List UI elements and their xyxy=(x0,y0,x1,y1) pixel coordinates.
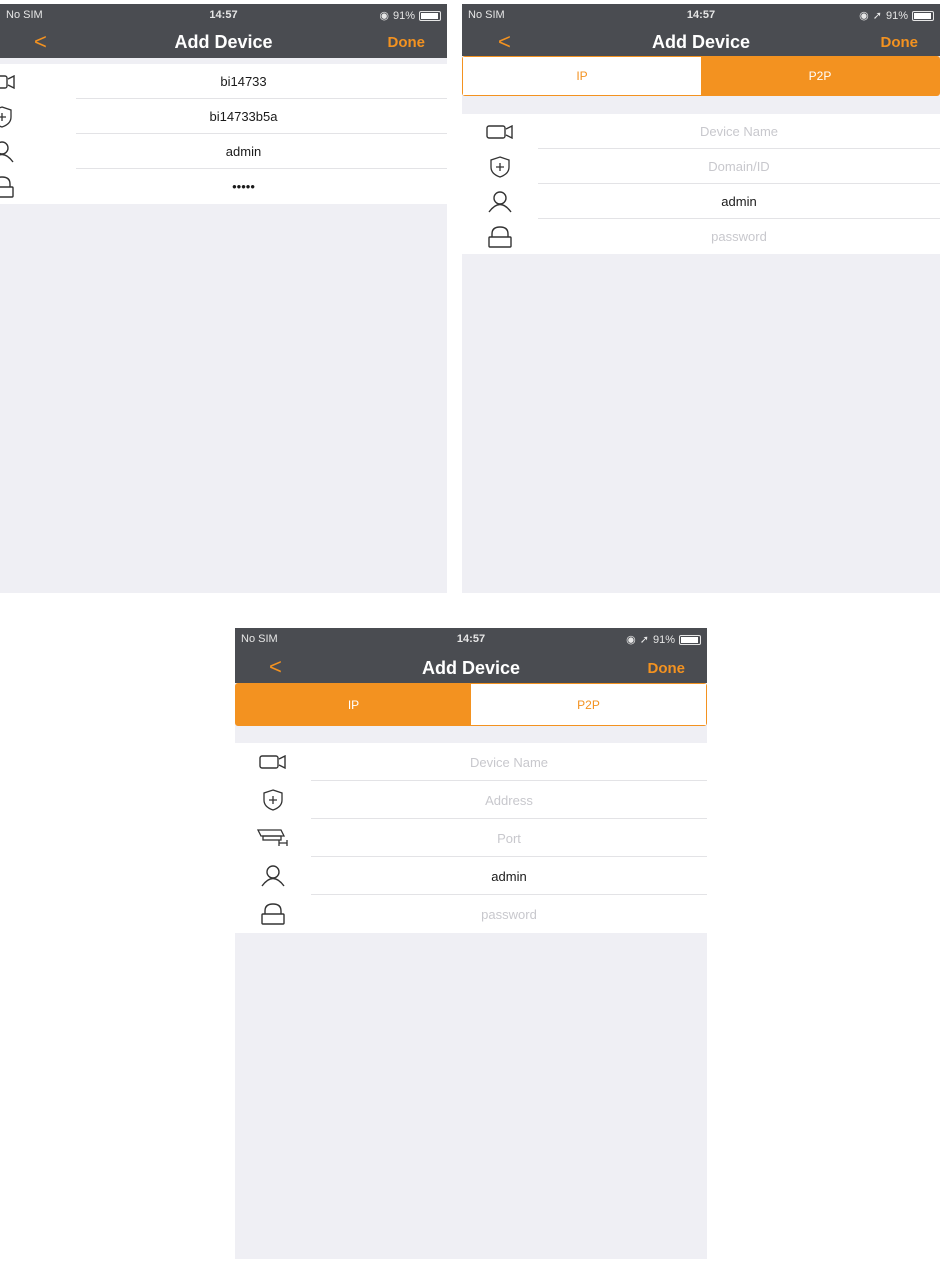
username-row: admin xyxy=(462,184,940,219)
device-form: Device Name Address Port admin password xyxy=(235,743,707,933)
connection-type-segment: IP P2P xyxy=(235,683,707,726)
shield-plus-icon xyxy=(235,789,311,811)
page-title: Add Device xyxy=(174,32,273,52)
device-name-field[interactable]: Device Name xyxy=(311,743,707,781)
nav-bar: < Add Device Done xyxy=(235,652,707,683)
device-name-row: Device Name xyxy=(235,743,707,781)
device-name-field[interactable]: Device Name xyxy=(538,114,940,149)
status-bar: No SIM 14:57 ◉ 91% xyxy=(0,4,447,28)
device-form: Device Name Domain/ID admin password xyxy=(462,114,940,254)
done-button[interactable]: Done xyxy=(648,660,686,677)
battery-icon xyxy=(679,634,701,645)
port-field[interactable]: Port xyxy=(311,819,707,857)
connection-type-segment: IP P2P xyxy=(462,56,940,96)
password-field[interactable]: password xyxy=(538,219,940,254)
page-title: Add Device xyxy=(651,32,751,52)
shield-plus-icon xyxy=(462,155,538,178)
lock-icon xyxy=(235,903,311,925)
lock-icon xyxy=(0,175,40,198)
user-icon xyxy=(462,190,538,213)
camera-icon xyxy=(462,124,538,139)
domain-id-field[interactable]: Domain/ID xyxy=(538,149,940,184)
phone-screen-saved-device: No SIM 14:57 ◉ 91% < Add Device Done bi1… xyxy=(0,4,447,593)
address-field[interactable]: Address xyxy=(311,781,707,819)
password-field[interactable]: password xyxy=(311,895,707,933)
done-button[interactable]: Done xyxy=(881,34,919,51)
camera-icon xyxy=(0,74,40,89)
domain-id-field[interactable]: bi14733b5a xyxy=(40,99,447,134)
password-row: password xyxy=(462,219,940,254)
location-arrow-icon: ➚ xyxy=(639,634,649,646)
alarm-icon: ◉ xyxy=(379,10,389,22)
tab-ip[interactable]: IP xyxy=(236,684,471,725)
port-row: Port xyxy=(235,819,707,857)
nav-bar: < Add Device Done xyxy=(0,28,447,58)
alarm-icon: ◉ xyxy=(859,10,869,22)
tab-p2p[interactable]: P2P xyxy=(701,57,939,95)
status-bar: No SIM 14:57 ◉ ➚ 91% xyxy=(462,4,940,28)
lock-icon xyxy=(462,225,538,248)
device-form: bi14733 bi14733b5a admin ••••• xyxy=(0,64,447,204)
password-row: password xyxy=(235,895,707,933)
address-row: Address xyxy=(235,781,707,819)
tab-p2p[interactable]: P2P xyxy=(471,684,706,725)
battery-percent: 91% xyxy=(885,9,908,22)
username-row: admin xyxy=(0,134,447,169)
username-field[interactable]: admin xyxy=(311,857,707,895)
page-title: Add Device xyxy=(421,658,521,678)
camera-icon xyxy=(235,755,311,769)
user-icon xyxy=(235,865,311,887)
phone-screen-p2p: No SIM 14:57 ◉ ➚ 91% < Add Device Done I… xyxy=(462,4,940,593)
location-arrow-icon: ➚ xyxy=(872,10,882,22)
battery-icon xyxy=(912,10,934,21)
username-field[interactable]: admin xyxy=(538,184,940,219)
battery-percent: 91% xyxy=(652,633,675,646)
cctv-icon xyxy=(235,828,311,848)
phone-screen-ip: No SIM 14:57 ◉ ➚ 91% < Add Device Done I… xyxy=(235,628,707,1259)
battery-icon xyxy=(419,10,441,21)
domain-id-row: bi14733b5a xyxy=(0,99,447,134)
status-bar: No SIM 14:57 ◉ ➚ 91% xyxy=(235,628,707,652)
tab-ip[interactable]: IP xyxy=(463,57,701,95)
password-field[interactable]: ••••• xyxy=(40,169,447,204)
device-name-row: bi14733 xyxy=(0,64,447,99)
alarm-icon: ◉ xyxy=(626,634,636,646)
shield-plus-icon xyxy=(0,105,40,128)
battery-percent: 91% xyxy=(392,9,415,22)
device-name-row: Device Name xyxy=(462,114,940,149)
device-name-field[interactable]: bi14733 xyxy=(40,64,447,99)
done-button[interactable]: Done xyxy=(388,34,426,51)
username-field[interactable]: admin xyxy=(40,134,447,169)
user-icon xyxy=(0,140,40,163)
username-row: admin xyxy=(235,857,707,895)
password-row: ••••• xyxy=(0,169,447,204)
nav-bar: < Add Device Done xyxy=(462,28,940,56)
domain-id-row: Domain/ID xyxy=(462,149,940,184)
